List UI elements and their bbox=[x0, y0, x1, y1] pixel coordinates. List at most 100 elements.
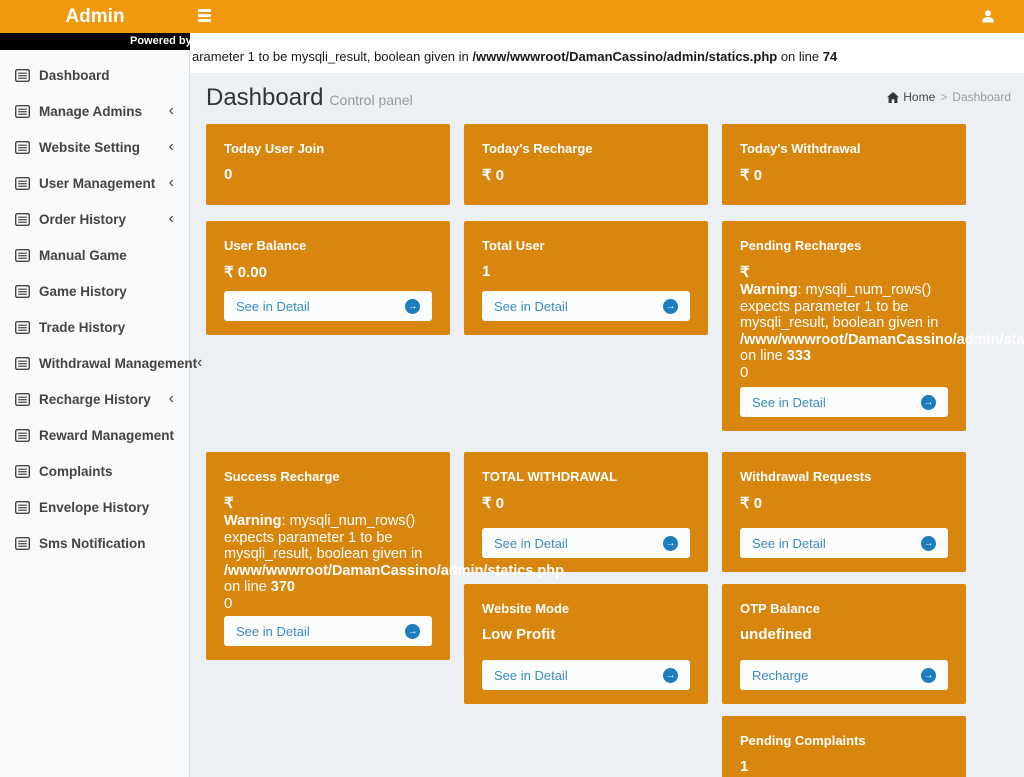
sidebar-item-game-history[interactable]: Game History bbox=[0, 273, 189, 309]
sidebar-item-order-history[interactable]: Order History ‹ bbox=[0, 201, 189, 237]
card-title: Success Recharge bbox=[224, 469, 436, 484]
card-title: Website Mode bbox=[482, 601, 694, 616]
list-icon bbox=[15, 105, 30, 118]
sidebar-item-manual-game[interactable]: Manual Game bbox=[0, 237, 189, 273]
sidebar-toggle-button[interactable] bbox=[198, 9, 212, 24]
sidebar: Dashboard Manage Admins ‹ Website Settin… bbox=[0, 33, 190, 777]
card-column: Pending Recharges ₹ Warning: mysqli_num_… bbox=[722, 221, 966, 431]
content-header: DashboardControl panel Home > Dashboard bbox=[190, 73, 1024, 124]
sidebar-item-website-setting[interactable]: Website Setting ‹ bbox=[0, 129, 189, 165]
breadcrumb: Home > Dashboard bbox=[887, 90, 1011, 104]
sidebar-item-sms-notification[interactable]: Sms Notification bbox=[0, 525, 189, 561]
card-column: Withdrawal Requests ₹ 0 See in Detail → … bbox=[722, 452, 966, 777]
card-title: Pending Complaints bbox=[740, 733, 952, 748]
list-icon bbox=[15, 393, 30, 406]
see-in-detail-button[interactable]: See in Detail → bbox=[224, 616, 432, 646]
recharge-button[interactable]: Recharge → bbox=[740, 660, 948, 690]
breadcrumb-home-link[interactable]: Home bbox=[887, 90, 935, 104]
card-pending-recharges: Pending Recharges ₹ Warning: mysqli_num_… bbox=[722, 221, 966, 431]
sidebar-item-label: Dashboard bbox=[39, 68, 110, 83]
sidebar-item-label: Reward Management bbox=[39, 428, 174, 443]
sidebar-item-label: Manage Admins bbox=[39, 104, 142, 119]
sidebar-item-label: Manual Game bbox=[39, 248, 127, 263]
arrow-circle-right-icon: → bbox=[921, 395, 936, 410]
card-button-label: See in Detail bbox=[236, 299, 405, 314]
home-icon bbox=[887, 92, 899, 103]
list-icon bbox=[15, 249, 30, 262]
page-title: DashboardControl panel bbox=[206, 84, 413, 111]
list-icon bbox=[15, 429, 30, 442]
sidebar-item-withdrawal-management[interactable]: Withdrawal Management ‹ bbox=[0, 345, 189, 381]
sidebar-item-user-management[interactable]: User Management ‹ bbox=[0, 165, 189, 201]
see-in-detail-button[interactable]: See in Detail → bbox=[482, 291, 690, 321]
card-grid: Today User Join 0 Today's Recharge ₹ 0 T… bbox=[190, 124, 1024, 777]
brand-link[interactable]: Admin bbox=[0, 0, 190, 33]
card-value: 1 bbox=[482, 263, 694, 280]
breadcrumb-current: Dashboard bbox=[952, 90, 1011, 104]
card-title: Withdrawal Requests bbox=[740, 469, 952, 484]
card-column: Success Recharge ₹ Warning: mysqli_num_r… bbox=[206, 452, 450, 660]
card-value: ₹ 0 bbox=[482, 166, 694, 184]
see-in-detail-button[interactable]: See in Detail → bbox=[482, 528, 690, 558]
card-row: Success Recharge ₹ Warning: mysqli_num_r… bbox=[206, 452, 1024, 777]
php-warning-path: /www/wwwroot/DamanCassino/admin/statics.… bbox=[740, 332, 1024, 349]
chevron-left-icon: ‹ bbox=[169, 175, 174, 191]
sidebar-item-manage-admins[interactable]: Manage Admins ‹ bbox=[0, 93, 189, 129]
card-button-label: See in Detail bbox=[494, 536, 663, 551]
card-title: Total User bbox=[482, 238, 694, 253]
powered-badge: Powered by bbox=[0, 33, 190, 50]
sidebar-item-label: Game History bbox=[39, 284, 127, 299]
see-in-detail-button[interactable]: See in Detail → bbox=[224, 291, 432, 321]
breadcrumb-separator: > bbox=[940, 90, 947, 104]
see-in-detail-button[interactable]: See in Detail → bbox=[740, 528, 948, 558]
card-column: Today User Join 0 bbox=[206, 124, 450, 205]
card-withdrawal-requests: Withdrawal Requests ₹ 0 See in Detail → bbox=[722, 452, 966, 572]
sidebar-item-envelope-history[interactable]: Envelope History bbox=[0, 489, 189, 525]
sidebar-item-complaints[interactable]: Complaints bbox=[0, 453, 189, 489]
see-in-detail-button[interactable]: See in Detail → bbox=[740, 387, 948, 417]
user-icon[interactable] bbox=[981, 9, 995, 23]
card-otp-balance: OTP Balance undefined Recharge → bbox=[722, 584, 966, 704]
sidebar-item-label: Complaints bbox=[39, 464, 113, 479]
sidebar-item-label: Website Setting bbox=[39, 140, 140, 155]
topbar: Admin bbox=[0, 0, 1024, 33]
list-icon bbox=[15, 465, 30, 478]
card-title: Pending Recharges bbox=[740, 238, 952, 253]
card-total-withdrawal: TOTAL WITHDRAWAL ₹ 0 See in Detail → bbox=[464, 452, 708, 572]
sidebar-item-recharge-history[interactable]: Recharge History ‹ bbox=[0, 381, 189, 417]
card-today-user-join: Today User Join 0 bbox=[206, 124, 450, 205]
card-button-label: See in Detail bbox=[752, 536, 921, 551]
card-button-label: See in Detail bbox=[494, 668, 663, 683]
card-row: User Balance ₹ 0.00 See in Detail → Tota… bbox=[206, 221, 1024, 431]
sidebar-item-dashboard[interactable]: Dashboard bbox=[0, 57, 189, 93]
chevron-left-icon: ‹ bbox=[169, 391, 174, 407]
card-column: Total User 1 See in Detail → bbox=[464, 221, 708, 335]
php-warning-block: ₹ Warning: mysqli_num_rows() expects par… bbox=[740, 263, 952, 381]
list-icon bbox=[15, 213, 30, 226]
sidebar-item-label: Order History bbox=[39, 212, 126, 227]
card-user-balance: User Balance ₹ 0.00 See in Detail → bbox=[206, 221, 450, 335]
card-button-label: See in Detail bbox=[494, 299, 663, 314]
card-column: User Balance ₹ 0.00 See in Detail → bbox=[206, 221, 450, 335]
sidebar-item-label: Withdrawal Management bbox=[39, 356, 197, 371]
sidebar-item-label: Sms Notification bbox=[39, 536, 146, 551]
list-icon bbox=[15, 501, 30, 514]
chevron-left-icon: ‹ bbox=[169, 103, 174, 119]
card-value: ₹ 0 bbox=[740, 166, 952, 184]
sidebar-item-label: Envelope History bbox=[39, 500, 149, 515]
card-count: 0 bbox=[224, 596, 436, 612]
see-in-detail-button[interactable]: See in Detail → bbox=[482, 660, 690, 690]
sidebar-item-trade-history[interactable]: Trade History bbox=[0, 309, 189, 345]
card-value: ₹ 0.00 bbox=[224, 263, 436, 281]
list-icon bbox=[15, 141, 30, 154]
php-warning-text: Warning: mysqli_num_rows() expects param… bbox=[224, 513, 436, 596]
card-title: OTP Balance bbox=[740, 601, 952, 616]
sidebar-item-reward-management[interactable]: Reward Management bbox=[0, 417, 189, 453]
list-icon bbox=[15, 357, 30, 370]
card-success-recharge: Success Recharge ₹ Warning: mysqli_num_r… bbox=[206, 452, 450, 660]
card-value: ₹ 0 bbox=[482, 494, 694, 512]
card-value: Low Profit bbox=[482, 626, 694, 643]
arrow-circle-right-icon: → bbox=[405, 624, 420, 639]
sidebar-item-label: Trade History bbox=[39, 320, 125, 335]
card-button-label: See in Detail bbox=[236, 624, 405, 639]
